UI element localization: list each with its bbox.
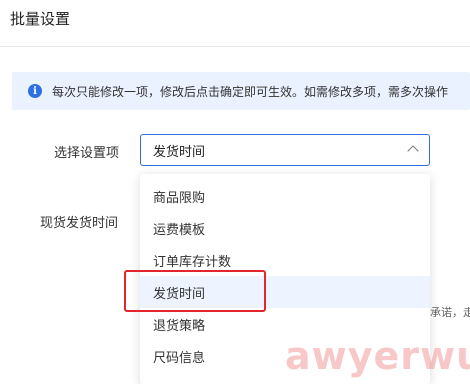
notice-text: 每次只能修改一项，修改后点击确定即可生效。如需修改多项，需多次操作 bbox=[52, 84, 449, 99]
select-setting-label: 选择设置项 bbox=[54, 146, 120, 161]
info-icon: i bbox=[28, 84, 42, 98]
setting-dropdown: 商品限购 运费模板 订单库存计数 发货时间 退货策略 尺码信息 bbox=[140, 174, 430, 384]
header-divider bbox=[0, 46, 470, 47]
partial-hint-text: 承诺，走 bbox=[430, 306, 470, 319]
info-notice: i 每次只能修改一项，修改后点击确定即可生效。如需修改多项，需多次操作 bbox=[12, 72, 470, 110]
option-purchase-limit[interactable]: 商品限购 bbox=[140, 180, 430, 212]
option-order-stock-count[interactable]: 订单库存计数 bbox=[140, 244, 430, 276]
ship-time-label: 现货发货时间 bbox=[40, 216, 119, 231]
option-shipping-template[interactable]: 运费模板 bbox=[140, 212, 430, 244]
setting-select[interactable]: 发货时间 bbox=[140, 134, 430, 166]
option-size-info[interactable]: 尺码信息 bbox=[140, 340, 430, 372]
option-return-policy[interactable]: 退货策略 bbox=[140, 308, 430, 340]
dialog-title: 批量设置 bbox=[10, 10, 71, 28]
chevron-up-icon bbox=[407, 145, 419, 157]
setting-select-value: 发货时间 bbox=[153, 144, 206, 160]
option-ship-time[interactable]: 发货时间 bbox=[140, 276, 430, 308]
